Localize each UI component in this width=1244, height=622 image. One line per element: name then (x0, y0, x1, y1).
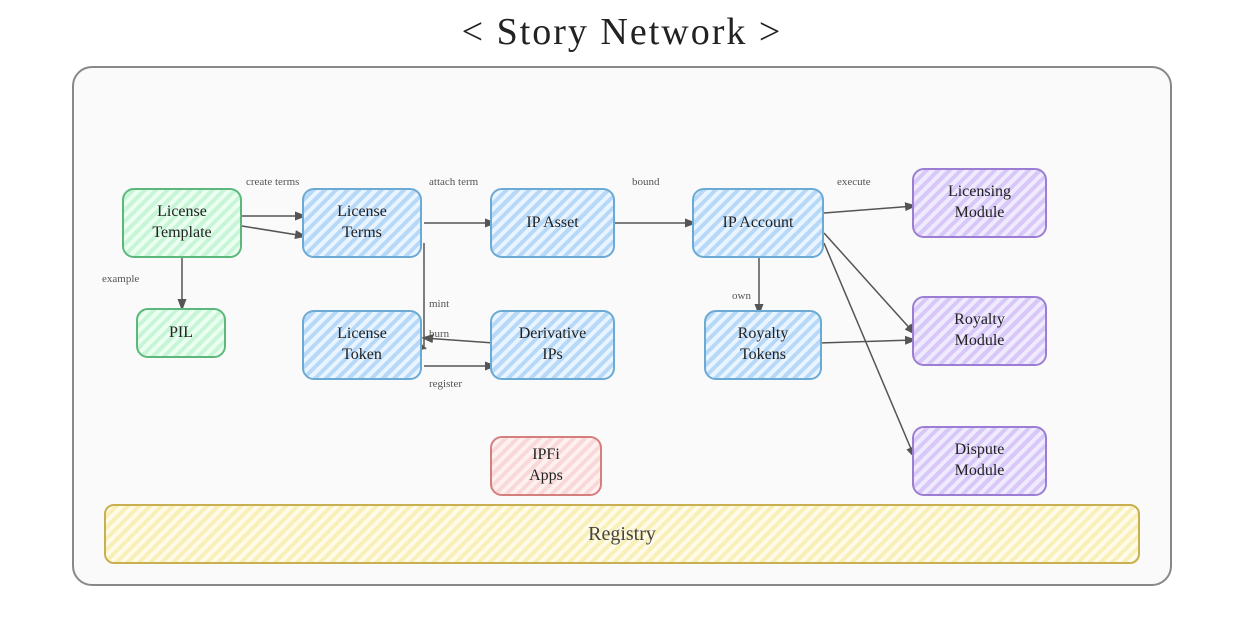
node-derivative-ips: DerivativeIPs (490, 310, 615, 380)
label-bound: bound (632, 176, 660, 188)
label-burn: burn (429, 328, 449, 340)
node-dispute-module: DisputeModule (912, 426, 1047, 496)
node-licensing-module: LicensingModule (912, 168, 1047, 238)
page: < Story Network > (0, 0, 1244, 622)
label-register: register (429, 378, 462, 390)
node-license-token: LicenseToken (302, 310, 422, 380)
node-royalty-tokens: RoyaltyTokens (704, 310, 822, 380)
node-ipfi-apps: IPFiApps (490, 436, 602, 496)
registry-label: Registry (588, 523, 656, 546)
label-attach-term: attach term (429, 176, 478, 188)
node-ip-account: IP Account (692, 188, 824, 258)
node-pil: PIL (136, 308, 226, 358)
label-execute: execute (837, 176, 871, 188)
label-own: own (732, 290, 751, 302)
node-license-terms: LicenseTerms (302, 188, 422, 258)
page-title: < Story Network > (462, 10, 783, 54)
registry-bar: Registry (104, 504, 1140, 564)
diagram-container: create terms example attach term mint bu… (72, 66, 1172, 586)
label-example: example (102, 273, 139, 285)
node-license-template: LicenseTemplate (122, 188, 242, 258)
node-ip-asset: IP Asset (490, 188, 615, 258)
label-mint: mint (429, 298, 449, 310)
label-create-terms: create terms (246, 176, 299, 188)
node-royalty-module: RoyaltyModule (912, 296, 1047, 366)
